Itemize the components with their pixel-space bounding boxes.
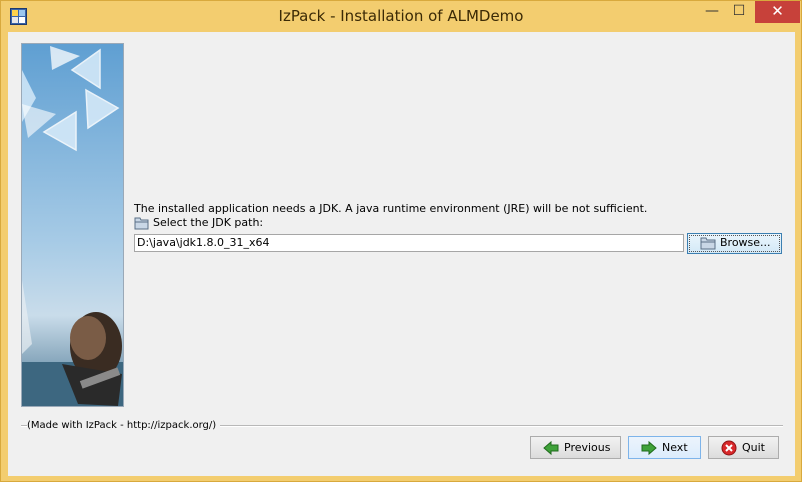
quit-icon xyxy=(721,440,737,456)
sidebar-image xyxy=(21,43,124,407)
intro-text: The installed application needs a JDK. A… xyxy=(134,202,648,215)
previous-label: Previous xyxy=(564,441,611,454)
folder-icon xyxy=(134,217,149,230)
jdk-path-label: Select the JDK path: xyxy=(153,216,264,229)
arrow-right-icon xyxy=(641,440,657,456)
previous-button[interactable]: Previous xyxy=(530,436,621,459)
made-with-label: (Made with IzPack - http://izpack.org/) xyxy=(27,420,221,431)
maximize-button[interactable]: ☐ xyxy=(724,1,754,23)
title-bar[interactable]: IzPack - Installation of ALMDemo — ☐ ✕ xyxy=(1,1,801,32)
close-button[interactable]: ✕ xyxy=(755,1,800,23)
minimize-button[interactable]: — xyxy=(697,1,727,23)
installer-window: IzPack - Installation of ALMDemo — ☐ ✕ T… xyxy=(0,0,802,482)
browse-button[interactable]: Browse... xyxy=(687,233,782,254)
browse-label: Browse... xyxy=(720,236,771,249)
next-button[interactable]: Next xyxy=(628,436,701,459)
installer-content: The installed application needs a JDK. A… xyxy=(8,32,795,476)
folder-icon xyxy=(700,237,716,250)
next-label: Next xyxy=(662,441,688,454)
window-title: IzPack - Installation of ALMDemo xyxy=(278,7,524,25)
quit-label: Quit xyxy=(742,441,765,454)
arrow-left-icon xyxy=(543,440,559,456)
quit-button[interactable]: Quit xyxy=(708,436,779,459)
jdk-path-input[interactable]: D:\java\jdk1.8.0_31_x64 xyxy=(134,234,684,252)
